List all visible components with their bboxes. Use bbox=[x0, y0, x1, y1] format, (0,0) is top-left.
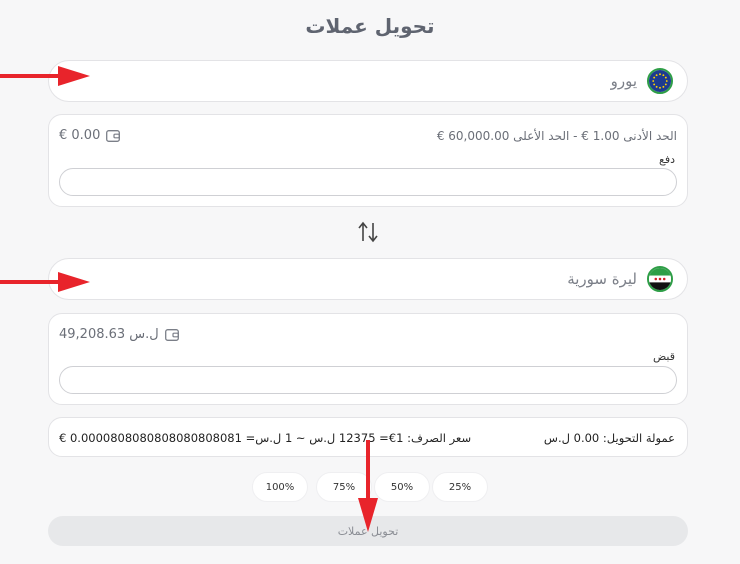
syria-flag-icon bbox=[647, 266, 673, 292]
percent-75-button[interactable]: 75% bbox=[316, 472, 372, 502]
from-balance-value: € 0.00 bbox=[59, 128, 101, 143]
to-currency-label: ليرة سورية bbox=[567, 270, 637, 288]
to-balance: 49,208.63 ل.س bbox=[59, 327, 179, 342]
exchange-rate: سعر الصرف: 1€= 12375 ل.س ~ 1 ل.س= 0.0000… bbox=[59, 431, 472, 445]
percent-100-button[interactable]: 100% bbox=[252, 472, 308, 502]
conversion-info: عمولة التحويل: 0.00 ل.س سعر الصرف: 1€= 1… bbox=[48, 417, 688, 457]
to-balance-value: 49,208.63 ل.س bbox=[59, 327, 159, 342]
pay-amount-input[interactable] bbox=[59, 168, 677, 196]
swap-icon[interactable] bbox=[356, 221, 380, 243]
from-currency-selector[interactable]: يورو bbox=[48, 60, 688, 102]
pay-card: الحد الأدنى 1.00 € - الحد الأعلى 60,000.… bbox=[48, 114, 688, 207]
pay-field-label: دفع bbox=[658, 153, 675, 166]
limits-text: الحد الأدنى 1.00 € - الحد الأعلى 60,000.… bbox=[436, 129, 677, 143]
wallet-icon bbox=[106, 129, 121, 142]
percent-50-button[interactable]: 50% bbox=[374, 472, 430, 502]
receive-amount-input[interactable] bbox=[59, 366, 677, 394]
convert-submit-button[interactable]: تحويل عملات bbox=[48, 516, 688, 546]
wallet-icon bbox=[164, 328, 179, 341]
from-balance: € 0.00 bbox=[59, 128, 121, 143]
receive-card: 49,208.63 ل.س قبض bbox=[48, 313, 688, 405]
conversion-fee: عمولة التحويل: 0.00 ل.س bbox=[543, 431, 675, 445]
eu-flag-icon bbox=[647, 68, 673, 94]
percent-25-button[interactable]: 25% bbox=[432, 472, 488, 502]
from-currency-label: يورو bbox=[610, 72, 637, 90]
page-title: تحويل عملات bbox=[305, 14, 435, 38]
receive-field-label: قبض bbox=[652, 350, 675, 363]
to-currency-selector[interactable]: ليرة سورية bbox=[48, 258, 688, 300]
